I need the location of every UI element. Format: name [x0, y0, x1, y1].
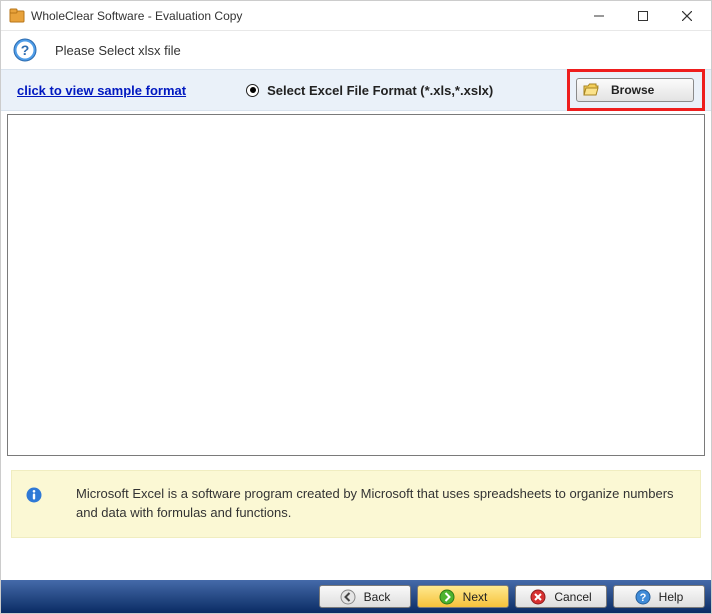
- window-title: WholeClear Software - Evaluation Copy: [31, 9, 577, 23]
- help-icon: ?: [13, 38, 37, 62]
- cancel-label: Cancel: [554, 590, 591, 604]
- titlebar: WholeClear Software - Evaluation Copy: [1, 1, 711, 31]
- help-label: Help: [659, 590, 684, 604]
- file-format-label: Select Excel File Format (*.xls,*.xslx): [267, 83, 493, 98]
- back-arrow-icon: [340, 589, 356, 605]
- cancel-button[interactable]: Cancel: [515, 585, 607, 608]
- next-label: Next: [463, 590, 488, 604]
- minimize-button[interactable]: [577, 2, 621, 30]
- close-button[interactable]: [665, 2, 709, 30]
- svg-text:?: ?: [21, 42, 30, 58]
- back-label: Back: [364, 590, 391, 604]
- header: ? Please Select xlsx file: [1, 31, 711, 69]
- browse-label: Browse: [611, 83, 654, 97]
- browse-button[interactable]: Browse: [576, 78, 694, 102]
- help-button[interactable]: ? Help: [613, 585, 705, 608]
- header-prompt: Please Select xlsx file: [55, 43, 181, 58]
- back-button[interactable]: Back: [319, 585, 411, 608]
- maximize-button[interactable]: [621, 2, 665, 30]
- help-circle-icon: ?: [635, 589, 651, 605]
- next-button[interactable]: Next: [417, 585, 509, 608]
- info-icon: [26, 487, 42, 503]
- info-text: Microsoft Excel is a software program cr…: [76, 485, 682, 523]
- footer: Back Next Cancel ? Help: [1, 580, 711, 613]
- next-arrow-icon: [439, 589, 455, 605]
- svg-text:?: ?: [639, 592, 646, 604]
- folder-open-icon: [583, 83, 599, 97]
- radio-selected-icon: [246, 84, 259, 97]
- content-area: [7, 114, 705, 456]
- cancel-icon: [530, 589, 546, 605]
- sample-format-link[interactable]: click to view sample format: [17, 83, 186, 98]
- app-icon: [9, 8, 25, 24]
- file-format-radio[interactable]: Select Excel File Format (*.xls,*.xslx): [246, 83, 493, 98]
- info-panel: Microsoft Excel is a software program cr…: [11, 470, 701, 538]
- browse-highlight: Browse: [567, 69, 705, 111]
- toolbar: click to view sample format Select Excel…: [1, 69, 711, 111]
